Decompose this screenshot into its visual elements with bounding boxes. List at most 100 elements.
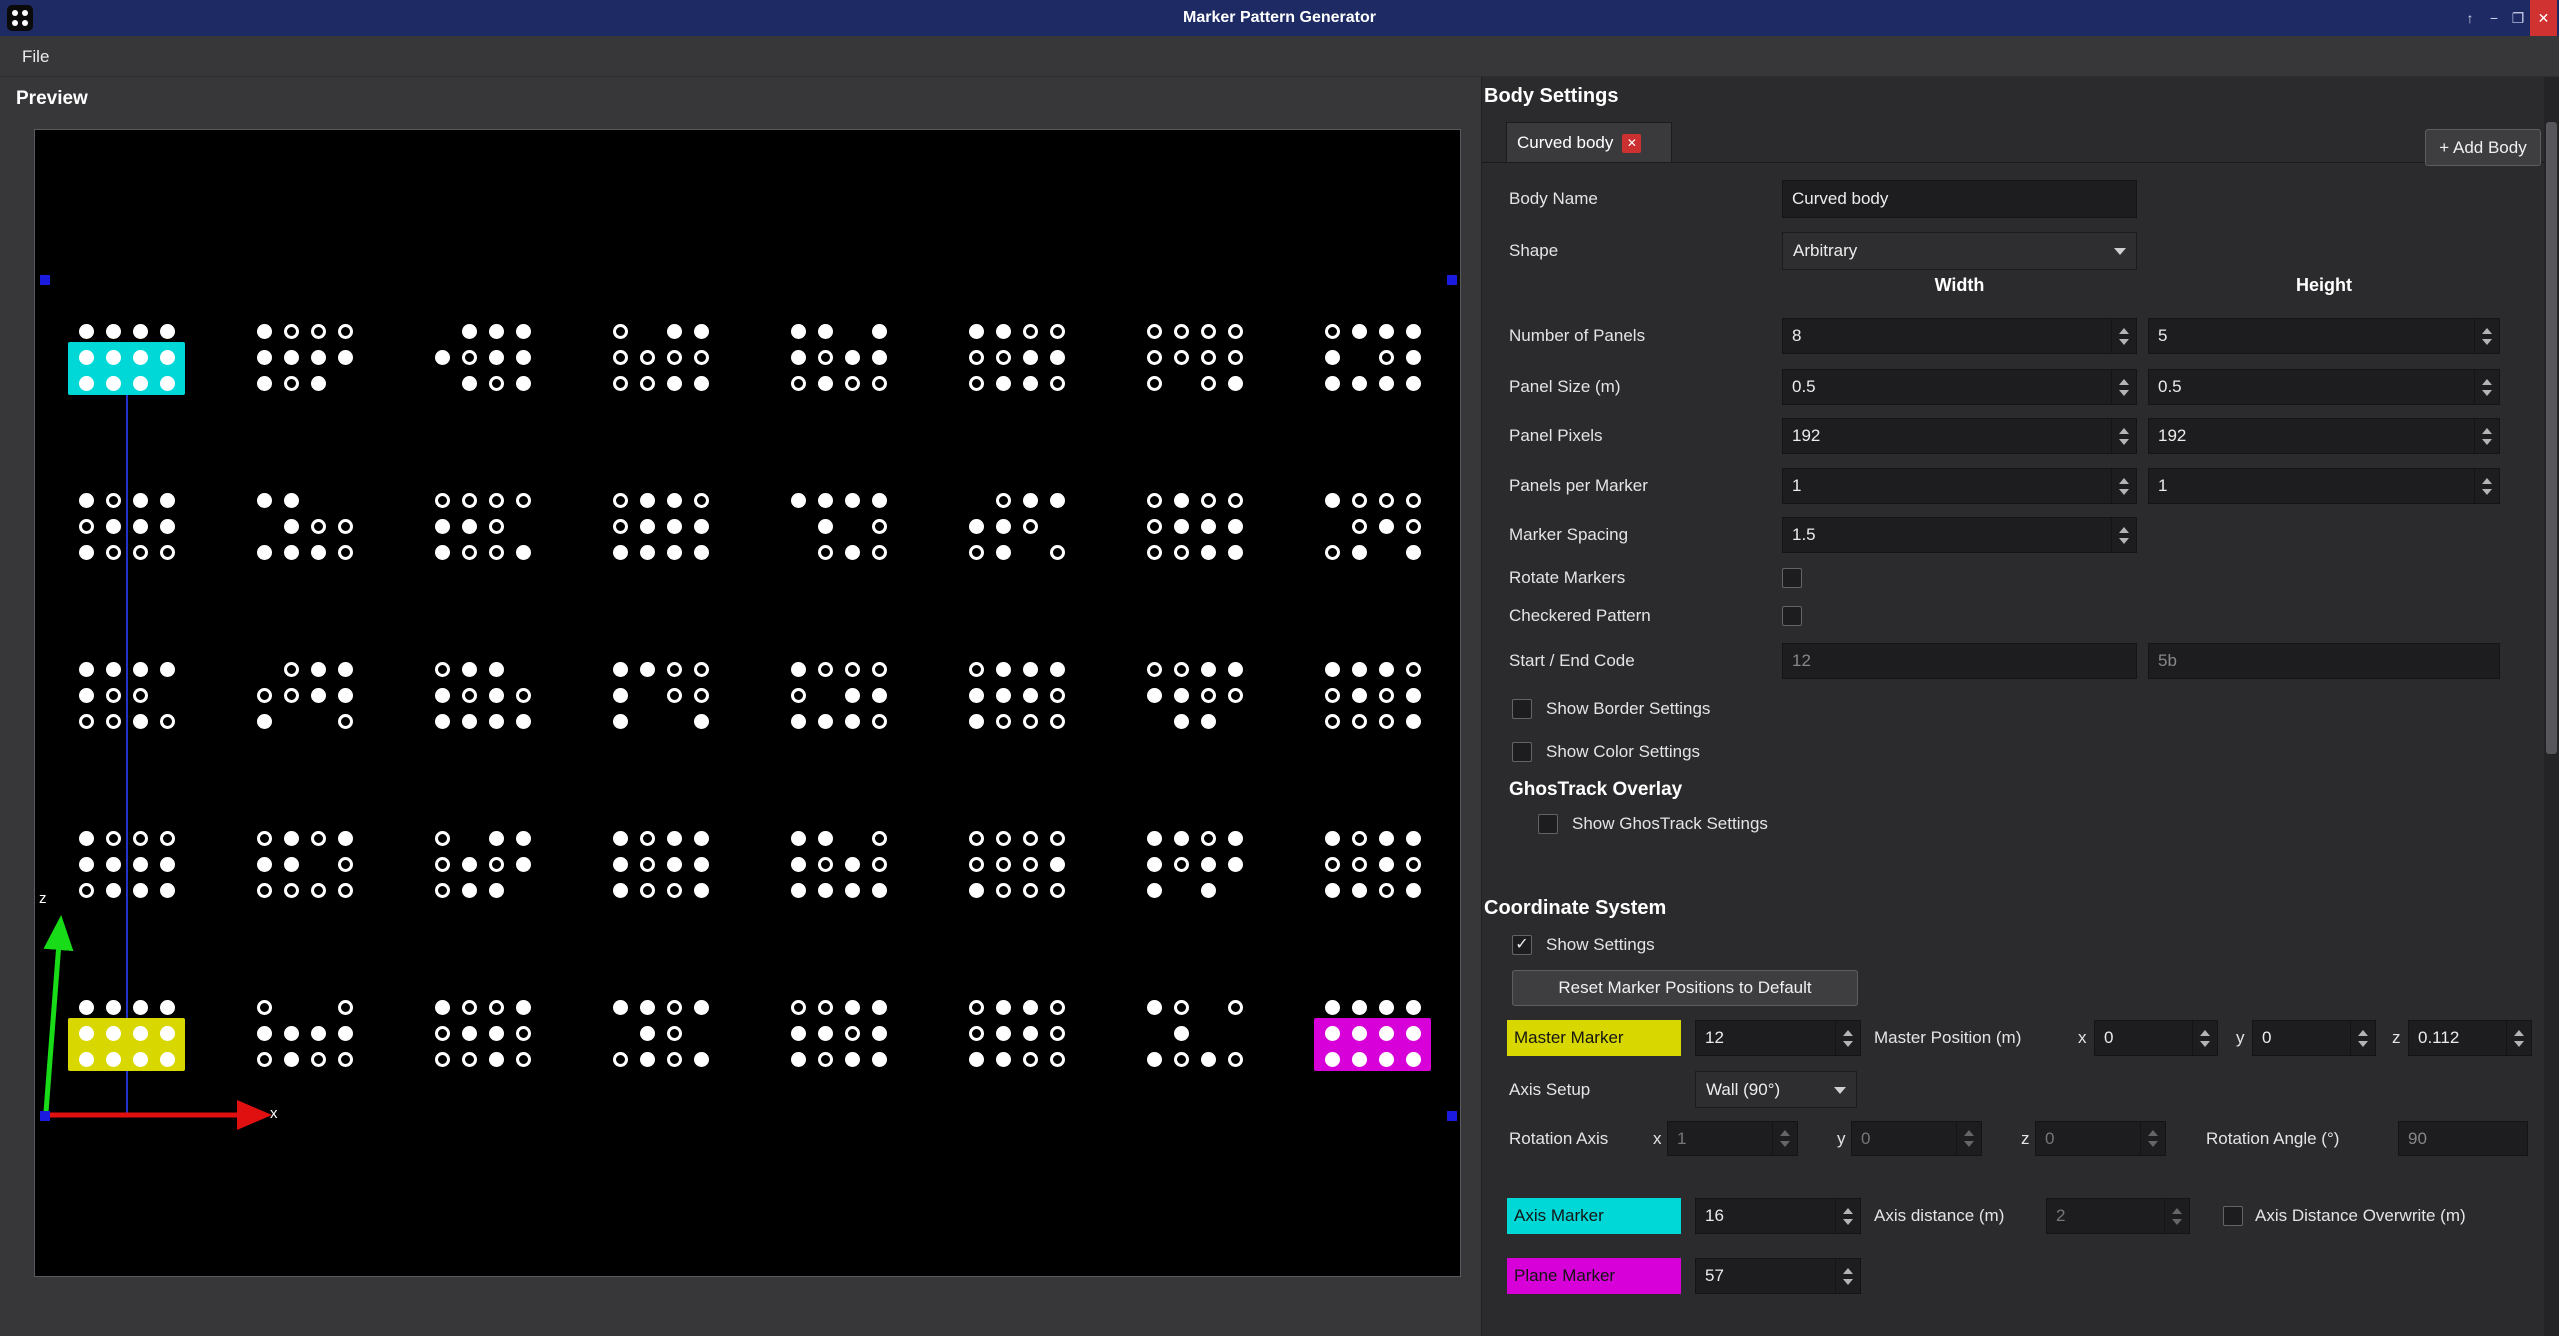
end-code-input[interactable]: 5b xyxy=(2148,643,2500,679)
spin-down-icon[interactable] xyxy=(2514,1041,2524,1047)
spinner-arrows[interactable] xyxy=(2111,319,2136,353)
show-border-settings-checkbox[interactable] xyxy=(1512,699,1532,719)
spinner-arrows[interactable] xyxy=(1835,1259,1860,1293)
shade-button[interactable]: ↑ xyxy=(2458,0,2482,36)
spinner-arrows[interactable] xyxy=(2111,419,2136,453)
tab-curved-body[interactable]: Curved body ✕ xyxy=(1506,122,1672,163)
spinner-arrows[interactable] xyxy=(2474,370,2499,404)
spin-down-icon[interactable] xyxy=(2119,538,2129,544)
show-ghostrack-settings-checkbox[interactable] xyxy=(1538,814,1558,834)
plane-marker-spinner[interactable]: 57 xyxy=(1695,1258,1861,1294)
show-color-settings-checkbox[interactable] xyxy=(1512,742,1532,762)
spin-up-icon[interactable] xyxy=(2358,1030,2368,1036)
panel-pixels-height-spinner[interactable]: 192 xyxy=(2148,418,2500,454)
marker-dot xyxy=(257,324,272,339)
spin-down-icon[interactable] xyxy=(2482,390,2492,396)
spinner-arrows[interactable] xyxy=(2474,419,2499,453)
spin-up-icon[interactable] xyxy=(2119,428,2129,434)
spin-down-icon[interactable] xyxy=(2119,390,2129,396)
menu-file[interactable]: File xyxy=(14,36,57,77)
spin-up-icon[interactable] xyxy=(2119,527,2129,533)
master-marker-spinner[interactable]: 12 xyxy=(1695,1020,1861,1056)
spin-up-icon[interactable] xyxy=(2119,379,2129,385)
spin-down-icon[interactable] xyxy=(2482,439,2492,445)
spin-down-icon[interactable] xyxy=(2482,339,2492,345)
panel-size-height-spinner[interactable]: 0.5 xyxy=(2148,369,2500,405)
spin-up-icon[interactable] xyxy=(2482,328,2492,334)
master-position-z-spinner[interactable]: 0.112 xyxy=(2408,1020,2532,1056)
marker-dot xyxy=(818,1026,833,1041)
spinner-arrows[interactable] xyxy=(2111,469,2136,503)
body-name-input[interactable]: Curved body xyxy=(1782,180,2137,218)
spinner-arrows[interactable] xyxy=(2111,370,2136,404)
body-corner-handle-bottom-right[interactable] xyxy=(1447,1111,1457,1121)
axis-setup-select[interactable]: Wall (90°) xyxy=(1695,1071,1857,1108)
spin-up-icon[interactable] xyxy=(2200,1030,2210,1036)
body-corner-handle-top-right[interactable] xyxy=(1447,275,1457,285)
spinner-arrows[interactable] xyxy=(2350,1021,2375,1055)
spin-down-icon[interactable] xyxy=(2200,1041,2210,1047)
spin-up-icon[interactable] xyxy=(1843,1268,1853,1274)
spin-down-icon[interactable] xyxy=(1843,1279,1853,1285)
master-position-y-spinner[interactable]: 0 xyxy=(2252,1020,2376,1056)
spinner-arrows[interactable] xyxy=(2506,1021,2531,1055)
marker-dot xyxy=(996,688,1011,703)
spin-up-icon[interactable] xyxy=(2119,328,2129,334)
spin-down-icon[interactable] xyxy=(1843,1219,1853,1225)
spin-down-icon[interactable] xyxy=(2358,1041,2368,1047)
start-code-input[interactable]: 12 xyxy=(1782,643,2137,679)
maximize-button[interactable]: ❐ xyxy=(2506,0,2530,36)
marker-dot xyxy=(133,493,148,508)
spin-up-icon[interactable] xyxy=(2482,428,2492,434)
spin-up-icon[interactable] xyxy=(2482,379,2492,385)
marker-dot xyxy=(1406,376,1421,391)
spin-up-icon[interactable] xyxy=(2514,1030,2524,1036)
reset-marker-positions-button[interactable]: Reset Marker Positions to Default xyxy=(1512,970,1858,1006)
spinner-value: 192 xyxy=(2149,419,2474,453)
rotate-markers-checkbox[interactable] xyxy=(1782,568,1802,588)
panel-pixels-width-spinner[interactable]: 192 xyxy=(1782,418,2137,454)
number-of-panels-width-spinner[interactable]: 8 xyxy=(1782,318,2137,354)
marker-dot xyxy=(818,519,833,534)
axis-distance-overwrite-checkbox[interactable] xyxy=(2223,1206,2243,1226)
vertical-scrollbar[interactable] xyxy=(2544,77,2559,1336)
marker-dot xyxy=(338,714,353,729)
master-position-x-spinner[interactable]: 0 xyxy=(2094,1020,2218,1056)
tab-close-icon[interactable]: ✕ xyxy=(1622,134,1641,153)
checkered-pattern-checkbox[interactable] xyxy=(1782,606,1802,626)
add-body-button[interactable]: + Add Body xyxy=(2425,129,2541,166)
spin-down-icon[interactable] xyxy=(1843,1041,1853,1047)
marker-dot xyxy=(1174,545,1189,560)
spinner-arrows[interactable] xyxy=(2474,469,2499,503)
axis-marker-spinner[interactable]: 16 xyxy=(1695,1198,1861,1234)
body-corner-handle-top-left[interactable] xyxy=(40,275,50,285)
spin-up-icon[interactable] xyxy=(1843,1208,1853,1214)
show-settings-checkbox[interactable]: ✓ xyxy=(1512,935,1532,955)
marker-dot xyxy=(1352,883,1367,898)
number-of-panels-height-spinner[interactable]: 5 xyxy=(2148,318,2500,354)
spinner-arrows[interactable] xyxy=(2474,319,2499,353)
spin-down-icon[interactable] xyxy=(2482,489,2492,495)
scrollbar-thumb[interactable] xyxy=(2546,122,2557,754)
close-button[interactable]: ✕ xyxy=(2530,0,2557,36)
panel-size-width-spinner[interactable]: 0.5 xyxy=(1782,369,2137,405)
minimize-button[interactable]: − xyxy=(2482,0,2506,36)
spin-up-icon[interactable] xyxy=(2119,478,2129,484)
spin-down-icon[interactable] xyxy=(2119,439,2129,445)
preview-viewport[interactable]: z x xyxy=(34,129,1461,1277)
marker-dot xyxy=(133,1026,148,1041)
spin-up-icon[interactable] xyxy=(1843,1030,1853,1036)
marker-dot xyxy=(79,493,94,508)
panels-per-marker-width-spinner[interactable]: 1 xyxy=(1782,468,2137,504)
spin-down-icon[interactable] xyxy=(2119,489,2129,495)
shape-select[interactable]: Arbitrary xyxy=(1782,232,2137,270)
body-corner-handle-bottom-left[interactable] xyxy=(40,1111,50,1121)
spinner-arrows[interactable] xyxy=(1835,1021,1860,1055)
spin-down-icon[interactable] xyxy=(2119,339,2129,345)
spinner-arrows[interactable] xyxy=(2111,518,2136,552)
panels-per-marker-height-spinner[interactable]: 1 xyxy=(2148,468,2500,504)
spin-up-icon[interactable] xyxy=(2482,478,2492,484)
spinner-arrows[interactable] xyxy=(1835,1199,1860,1233)
spinner-arrows[interactable] xyxy=(2192,1021,2217,1055)
marker-spacing-spinner[interactable]: 1.5 xyxy=(1782,517,2137,553)
